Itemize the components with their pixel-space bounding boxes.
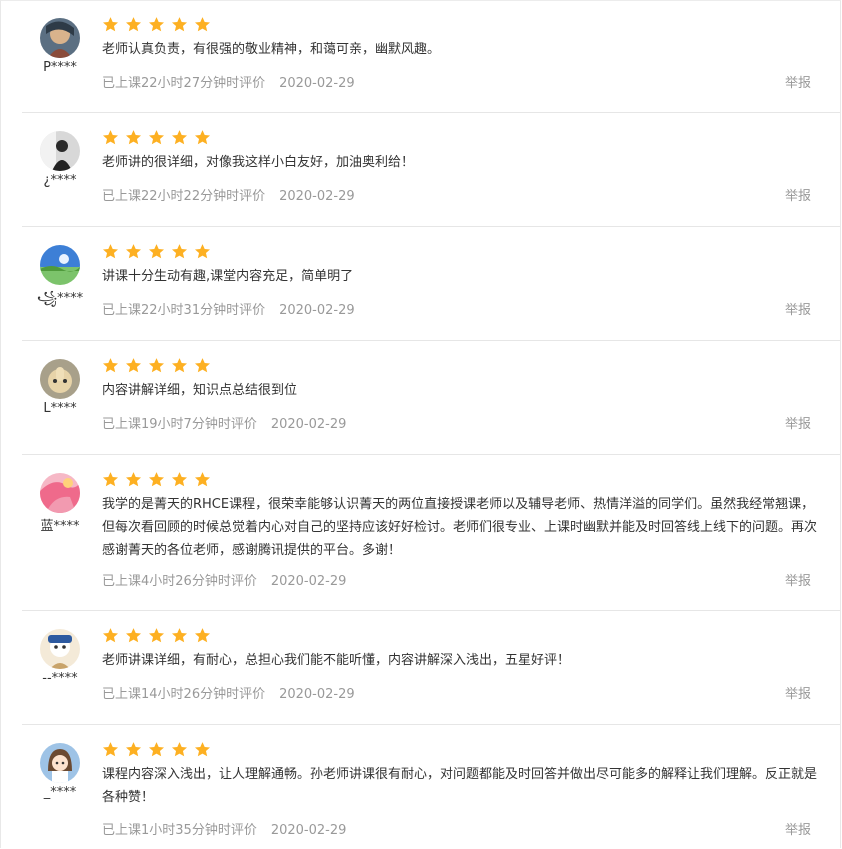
- review-content: 课程内容深入浅出，让人理解通畅。孙老师讲课很有耐心，对问题都能及时回答并做出尽可…: [102, 767, 818, 805]
- star-icon: [102, 357, 119, 374]
- star-icon: [194, 357, 211, 374]
- star-icon: [125, 471, 142, 488]
- review-content: 内容讲解详细，知识点总结很到位: [102, 383, 298, 398]
- review-meta: 已上课19小时7分钟时评价 2020-02-29: [102, 413, 346, 432]
- avatar-girl-icon[interactable]: [40, 743, 80, 783]
- star-icon: [194, 471, 211, 488]
- star-rating: [102, 129, 217, 149]
- review-item: --**** 老师讲课详细，有耐心，总担心我们能不能听懂，内容讲解深入浅出，五星好…: [22, 611, 840, 725]
- star-icon: [125, 16, 142, 33]
- study-duration: 已上课14小时26分钟时评价: [102, 687, 266, 702]
- star-icon: [171, 627, 188, 644]
- star-icon: [102, 243, 119, 260]
- review-content: 老师认真负责，有很强的敬业精神，和蔼可亲，幽默风趣。: [102, 42, 441, 57]
- review-meta: 已上课22小时27分钟时评价 2020-02-29: [102, 72, 355, 91]
- star-rating: [102, 741, 217, 761]
- review-item: P**** 老师认真负责，有很强的敬业精神，和蔼可亲，幽默风趣。 已上课22小时27…: [22, 0, 840, 113]
- review-content: 老师讲的很详细，对像我这样小白友好，加油奥利给！: [102, 155, 415, 170]
- star-icon: [171, 243, 188, 260]
- star-rating: [102, 243, 217, 263]
- review-item: ꧁**** 讲课十分生动有趣,课堂内容充足，简单明了 已上课22小时31分钟时评价 2…: [22, 227, 840, 341]
- star-icon: [171, 741, 188, 758]
- star-icon: [102, 741, 119, 758]
- star-icon: [194, 16, 211, 33]
- study-duration: 已上课22小时22分钟时评价: [102, 189, 266, 204]
- star-icon: [102, 471, 119, 488]
- review-meta: 已上课4小时26分钟时评价 2020-02-29: [102, 570, 346, 589]
- review-date: 2020-02-29: [279, 76, 355, 91]
- study-duration: 已上课1小时35分钟时评价: [102, 823, 257, 838]
- star-icon: [125, 243, 142, 260]
- review-date: 2020-02-29: [279, 189, 355, 204]
- review-date: 2020-02-29: [270, 574, 347, 589]
- star-rating: [102, 357, 217, 377]
- review-date: 2020-02-29: [279, 303, 355, 318]
- star-icon: [148, 357, 165, 374]
- star-icon: [171, 16, 188, 33]
- study-duration: 已上课22小时31分钟时评价: [102, 303, 266, 318]
- reviewer-username: _****: [43, 785, 77, 800]
- review-meta: 已上课22小时31分钟时评价 2020-02-29: [102, 299, 355, 318]
- reviewer-username: --****: [42, 671, 78, 686]
- report-link[interactable]: 举报: [785, 413, 811, 432]
- review-date: 2020-02-29: [279, 687, 355, 702]
- star-icon: [102, 129, 119, 146]
- star-icon: [194, 627, 211, 644]
- review-content: 老师讲课详细，有耐心，总担心我们能不能听懂，内容讲解深入浅出，五星好评！: [102, 653, 571, 668]
- star-icon: [125, 357, 142, 374]
- review-item: 蓝**** 我学的是菁天的RHCE课程，很荣幸能够认识菁天的两位直接授课老师以及辅…: [22, 455, 840, 611]
- report-link[interactable]: 举报: [785, 819, 811, 838]
- star-icon: [171, 129, 188, 146]
- report-link[interactable]: 举报: [785, 185, 811, 204]
- star-icon: [125, 627, 142, 644]
- review-item: ¿**** 老师讲的很详细，对像我这样小白友好，加油奥利给！ 已上课22小时22分钟…: [22, 113, 840, 227]
- star-icon: [194, 129, 211, 146]
- report-link[interactable]: 举报: [785, 683, 811, 702]
- star-icon: [148, 243, 165, 260]
- review-meta: 已上课22小时22分钟时评价 2020-02-29: [102, 185, 355, 204]
- study-duration: 已上课22小时27分钟时评价: [102, 76, 266, 91]
- review-item: L**** 内容讲解详细，知识点总结很到位 已上课19小时7分钟时评价 2020-02…: [22, 341, 840, 455]
- study-duration: 已上课19小时7分钟时评价: [102, 417, 257, 432]
- review-content: 我学的是菁天的RHCE课程，很荣幸能够认识菁天的两位直接授课老师以及辅导老师、热…: [102, 497, 818, 558]
- reviewer-username: L****: [43, 401, 77, 416]
- star-icon: [148, 16, 165, 33]
- reviewer-username: ¿****: [43, 173, 77, 188]
- report-link[interactable]: 举报: [785, 299, 811, 318]
- star-icon: [194, 741, 211, 758]
- star-rating: [102, 16, 217, 36]
- reviewer-username: P****: [43, 60, 77, 75]
- report-link[interactable]: 举报: [785, 72, 811, 91]
- review-meta: 已上课14小时26分钟时评价 2020-02-29: [102, 683, 355, 702]
- star-icon: [125, 129, 142, 146]
- reviewer-username: 蓝****: [40, 519, 80, 534]
- review-meta: 已上课1小时35分钟时评价 2020-02-29: [102, 819, 346, 838]
- avatar-thumbs-up-icon[interactable]: [40, 359, 80, 399]
- review-date: 2020-02-29: [270, 823, 347, 838]
- star-icon: [102, 627, 119, 644]
- star-icon: [171, 471, 188, 488]
- reviewer-username: ꧁****: [36, 291, 84, 306]
- review-item: _**** 课程内容深入浅出，让人理解通畅。孙老师讲课很有耐心，对问题都能及时回答…: [22, 725, 840, 849]
- star-icon: [148, 129, 165, 146]
- review-content: 讲课十分生动有趣,课堂内容充足，简单明了: [102, 269, 354, 284]
- star-icon: [148, 627, 165, 644]
- star-icon: [194, 243, 211, 260]
- avatar-silhouette-icon[interactable]: [40, 131, 80, 171]
- star-icon: [148, 741, 165, 758]
- star-rating: [102, 471, 217, 491]
- star-rating: [102, 627, 217, 647]
- avatar-pink-icon[interactable]: [40, 473, 80, 513]
- review-date: 2020-02-29: [270, 417, 347, 432]
- avatar-cartoon-icon[interactable]: [40, 629, 80, 669]
- avatar-portrait-icon[interactable]: [40, 18, 80, 58]
- study-duration: 已上课4小时26分钟时评价: [102, 574, 257, 589]
- avatar-landscape-icon[interactable]: [40, 245, 80, 285]
- star-icon: [171, 357, 188, 374]
- report-link[interactable]: 举报: [785, 570, 811, 589]
- star-icon: [102, 16, 119, 33]
- star-icon: [148, 471, 165, 488]
- star-icon: [125, 741, 142, 758]
